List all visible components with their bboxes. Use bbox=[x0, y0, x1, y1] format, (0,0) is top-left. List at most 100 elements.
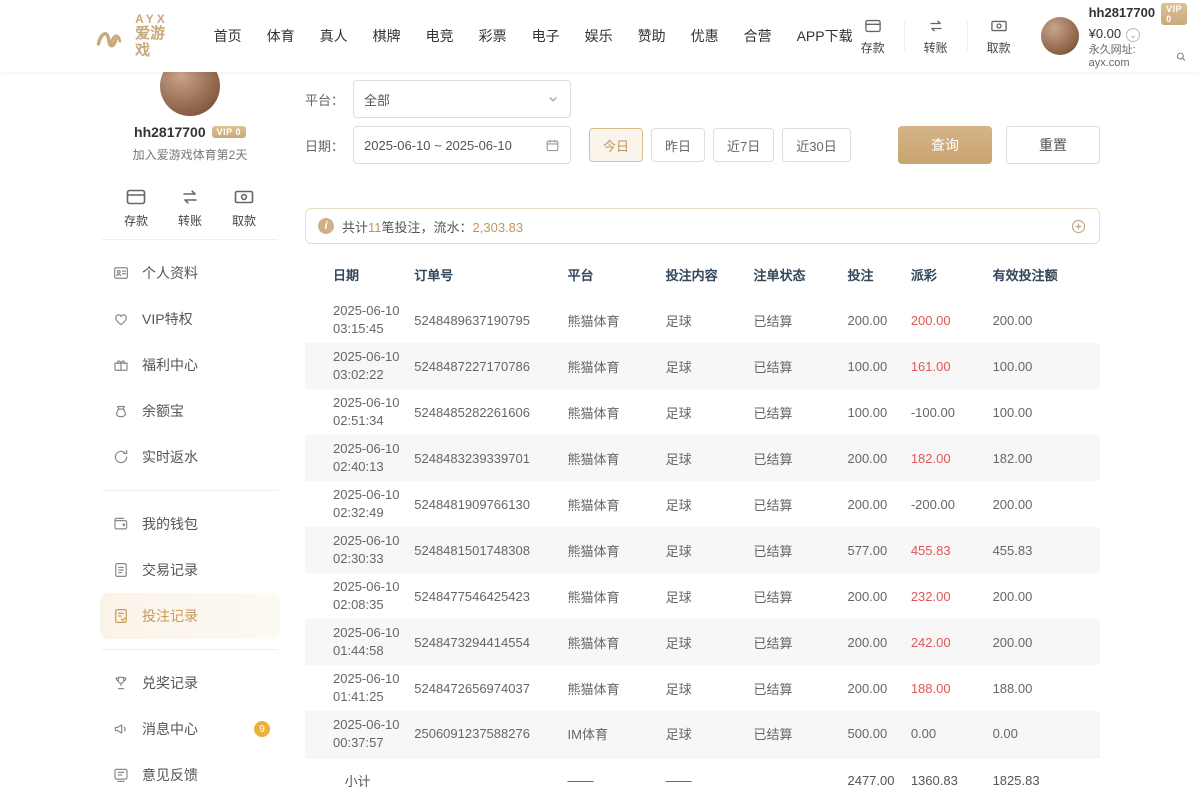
search-icon[interactable] bbox=[1175, 50, 1187, 63]
cell-bet: 200.00 bbox=[843, 435, 906, 481]
sidebar-item-transaction-doc[interactable]: 交易记录 bbox=[100, 547, 280, 593]
prize-trophy-icon bbox=[112, 674, 130, 692]
sidebar-item-label: VIP特权 bbox=[142, 309, 270, 329]
table-row: 2025-06-1002:40:135248483239339701熊猫体育足球… bbox=[305, 435, 1100, 481]
sidebar-item-bet-doc[interactable]: 投注记录 bbox=[100, 593, 280, 639]
quick-date-ranges: 今日昨日近7日近30日 bbox=[589, 128, 851, 162]
wallet-action-withdraw-banknote[interactable]: 取款 bbox=[979, 16, 1019, 56]
table-row: 2025-06-1002:32:495248481909766130熊猫体育足球… bbox=[305, 481, 1100, 527]
site-url: 永久网址: ayx.com bbox=[1089, 44, 1172, 69]
cell-bet: 577.00 bbox=[843, 527, 906, 573]
sidebar-user-block: hh2817700 VIP 0 加入爱游戏体育第2天 bbox=[100, 124, 280, 163]
quick-range-0[interactable]: 今日 bbox=[589, 128, 643, 162]
nav-item-2[interactable]: 真人 bbox=[320, 26, 348, 46]
sidebar-item-megaphone[interactable]: 消息中心9 bbox=[100, 706, 280, 752]
logo-text: AYX 爱游戏 bbox=[135, 13, 173, 59]
username: hh2817700 bbox=[1089, 6, 1156, 21]
cell-valid-bet: 100.00 bbox=[989, 343, 1100, 389]
deposit-card-icon bbox=[863, 16, 883, 36]
date-range-input[interactable]: 2025-06-10 ~ 2025-06-10 bbox=[353, 126, 571, 164]
nav-item-7[interactable]: 娱乐 bbox=[585, 26, 613, 46]
quick-range-1[interactable]: 昨日 bbox=[651, 128, 705, 162]
wallet-action-transfer-arrows[interactable]: 转账 bbox=[170, 185, 210, 229]
balance-toggle-icon[interactable]: ⌄ bbox=[1126, 28, 1140, 42]
table-row: 2025-06-1000:37:572506091237588276IM体育足球… bbox=[305, 711, 1100, 757]
nav-item-8[interactable]: 赞助 bbox=[638, 26, 666, 46]
reset-button[interactable]: 重置 bbox=[1006, 126, 1100, 164]
nav-item-11[interactable]: APP下载 bbox=[797, 26, 853, 46]
nav-item-10[interactable]: 合营 bbox=[744, 26, 772, 46]
summary-bar: i 共计11笔投注，流水：2,303.83 bbox=[305, 208, 1100, 244]
subtotal-row: 小计————2477.001360.831825.83 bbox=[305, 757, 1100, 787]
sidebar-item-coin-purse[interactable]: 余额宝 bbox=[100, 388, 280, 434]
cell-date: 2025-06-1002:32:49 bbox=[305, 481, 410, 527]
main-nav: 首页 体育 真人 棋牌 电竞 彩票 电子 娱乐 赞助 优惠 合营 APP下载 bbox=[214, 26, 853, 46]
sidebar-item-feedback-edit[interactable]: 意见反馈 bbox=[100, 752, 280, 787]
sidebar-item-gift[interactable]: 福利中心 bbox=[100, 342, 280, 388]
column-header: 注单状态 bbox=[749, 252, 843, 297]
cell-bet: 200.00 bbox=[843, 665, 906, 711]
sidebar-item-label: 个人资料 bbox=[142, 263, 270, 283]
cell-order-no: 5248481909766130 bbox=[410, 481, 563, 527]
sidebar-item-wallet[interactable]: 我的钱包 bbox=[100, 501, 280, 547]
subtotal-platform: —— bbox=[564, 757, 662, 787]
sidebar-item-label: 投注记录 bbox=[142, 606, 270, 626]
nav-item-9[interactable]: 优惠 bbox=[691, 26, 719, 46]
cell-bet: 100.00 bbox=[843, 389, 906, 435]
search-button[interactable]: 查询 bbox=[898, 126, 992, 164]
wallet-action-deposit-card[interactable]: 存款 bbox=[116, 185, 156, 229]
wallet-action-transfer-arrows[interactable]: 转账 bbox=[916, 16, 956, 56]
transaction-doc-icon bbox=[112, 561, 130, 579]
table-row: 2025-06-1002:51:345248485282261606熊猫体育足球… bbox=[305, 389, 1100, 435]
wallet-action-deposit-card[interactable]: 存款 bbox=[853, 16, 893, 56]
sidebar-item-rebate-refresh[interactable]: 实时返水 bbox=[100, 434, 280, 480]
subtotal-status bbox=[749, 757, 843, 787]
wallet-action-label: 取款 bbox=[232, 212, 256, 229]
cell-status: 已结算 bbox=[749, 711, 843, 757]
nav-item-0[interactable]: 首页 bbox=[214, 26, 242, 46]
sidebar-item-label: 消息中心 bbox=[142, 719, 242, 739]
wallet-action-withdraw-banknote[interactable]: 取款 bbox=[224, 185, 264, 229]
nav-item-6[interactable]: 电子 bbox=[532, 26, 560, 46]
cell-payout: 161.00 bbox=[907, 343, 989, 389]
nav-item-3[interactable]: 棋牌 bbox=[373, 26, 401, 46]
cell-payout: 0.00 bbox=[907, 711, 989, 757]
info-icon: i bbox=[318, 218, 334, 234]
cell-order-no: 5248487227170786 bbox=[410, 343, 563, 389]
top-header: AYX 爱游戏 首页 体育 真人 棋牌 电竞 彩票 电子 娱乐 赞助 优惠 合营 APP下载 存款转账… bbox=[0, 0, 1200, 72]
logo-name: 爱游戏 bbox=[135, 26, 173, 59]
megaphone-icon bbox=[112, 720, 130, 738]
nav-item-4[interactable]: 电竞 bbox=[426, 26, 454, 46]
quick-range-2[interactable]: 近7日 bbox=[713, 128, 774, 162]
balance: ¥0.00 bbox=[1089, 27, 1122, 42]
page-body: hh2817700 VIP 0 加入爱游戏体育第2天 存款转账取款 个人资料 VI… bbox=[100, 72, 1100, 787]
cell-status: 已结算 bbox=[749, 665, 843, 711]
cell-date: 2025-06-1001:41:25 bbox=[305, 665, 410, 711]
transfer-arrows-icon bbox=[926, 16, 946, 36]
cell-date: 2025-06-1003:02:22 bbox=[305, 343, 410, 389]
sidebar-item-vip-heart[interactable]: VIP特权 bbox=[100, 296, 280, 342]
nav-item-5[interactable]: 彩票 bbox=[479, 26, 507, 46]
expand-icon[interactable] bbox=[1070, 218, 1087, 235]
cell-platform: 熊猫体育 bbox=[564, 573, 662, 619]
cell-status: 已结算 bbox=[749, 527, 843, 573]
sidebar-item-prize-trophy[interactable]: 兑奖记录 bbox=[100, 660, 280, 706]
logo[interactable]: AYX 爱游戏 bbox=[95, 13, 174, 59]
quick-range-3[interactable]: 近30日 bbox=[782, 128, 850, 162]
nav-item-1[interactable]: 体育 bbox=[267, 26, 295, 46]
platform-select[interactable]: 全部 bbox=[353, 80, 571, 118]
cell-order-no: 5248483239339701 bbox=[410, 435, 563, 481]
column-header: 有效投注额 bbox=[989, 252, 1100, 297]
cell-payout: 188.00 bbox=[907, 665, 989, 711]
avatar[interactable] bbox=[1041, 17, 1079, 55]
table-body: 2025-06-1003:15:455248489637190795熊猫体育足球… bbox=[305, 297, 1100, 787]
cell-platform: 熊猫体育 bbox=[564, 665, 662, 711]
bet-doc-icon bbox=[112, 607, 130, 625]
cell-status: 已结算 bbox=[749, 573, 843, 619]
cell-status: 已结算 bbox=[749, 619, 843, 665]
main-content: 平台： 全部 日期： 2025-06-10 ~ 2025-06-10 今日昨日近… bbox=[280, 72, 1100, 787]
rebate-refresh-icon bbox=[112, 448, 130, 466]
sidebar-item-label: 实时返水 bbox=[142, 447, 270, 467]
cell-content: 足球 bbox=[662, 711, 750, 757]
sidebar-item-id-card[interactable]: 个人资料 bbox=[100, 250, 280, 296]
